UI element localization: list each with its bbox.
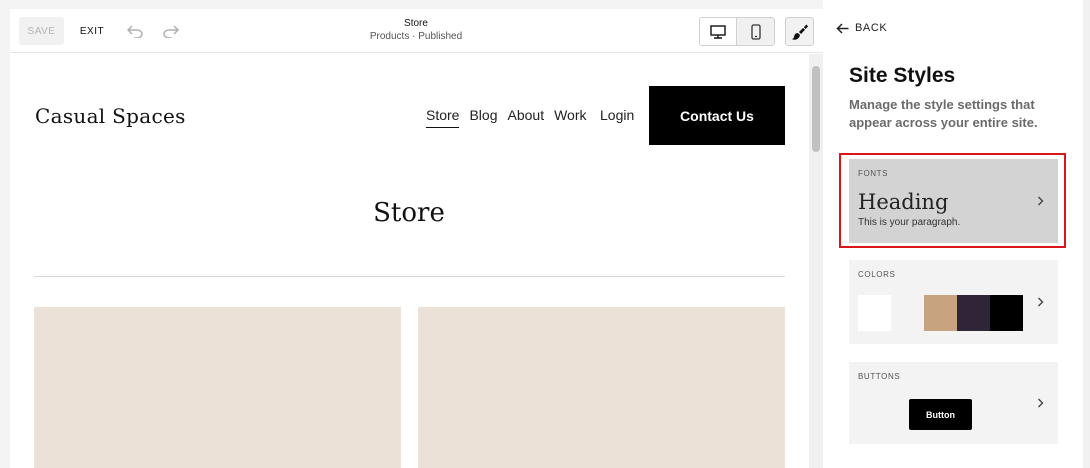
preview-scrollbar[interactable] bbox=[809, 54, 823, 468]
color-swatch bbox=[924, 295, 957, 331]
nav-link-about[interactable]: About bbox=[508, 107, 545, 128]
product-card[interactable] bbox=[418, 307, 785, 468]
page-info: Store Products · Published bbox=[310, 17, 522, 43]
back-label: BACK bbox=[855, 22, 888, 34]
site-preview: Casual Spaces Store Blog About Work Logi… bbox=[10, 54, 808, 468]
exit-button[interactable]: EXIT bbox=[75, 17, 109, 45]
panel-description: Manage the style settings that appear ac… bbox=[849, 97, 1038, 130]
mobile-view-icon[interactable] bbox=[737, 18, 774, 45]
site-logo[interactable]: Casual Spaces bbox=[35, 104, 186, 128]
site-navigation: Store Blog About Work bbox=[426, 107, 597, 128]
chevron-right-icon bbox=[1035, 297, 1045, 307]
site-styles-brush-icon[interactable] bbox=[785, 17, 814, 46]
desktop-view-icon[interactable] bbox=[700, 18, 737, 45]
color-swatch bbox=[891, 295, 924, 331]
chevron-right-icon bbox=[1035, 398, 1045, 408]
buttons-label: BUTTONS bbox=[858, 372, 901, 381]
back-button[interactable]: BACK bbox=[836, 22, 887, 34]
undo-icon[interactable] bbox=[124, 20, 146, 42]
redo-icon[interactable] bbox=[160, 20, 182, 42]
arrow-left-icon bbox=[836, 22, 849, 34]
color-swatches bbox=[858, 295, 1023, 331]
sample-button: Button bbox=[909, 399, 972, 430]
save-button[interactable]: SAVE bbox=[19, 17, 64, 45]
color-swatch bbox=[957, 295, 990, 331]
panel-scrollbar[interactable] bbox=[1083, 0, 1090, 468]
product-card[interactable] bbox=[34, 307, 401, 468]
color-swatch bbox=[990, 295, 1023, 331]
nav-link-blog[interactable]: Blog bbox=[469, 107, 497, 128]
page-status: Products · Published bbox=[369, 31, 463, 42]
panel-title: Site Styles bbox=[849, 64, 956, 87]
editor-toolbar: SAVE EXIT Store Products · Published bbox=[10, 9, 823, 53]
editor-frame: SAVE EXIT Store Products · Published Cas… bbox=[10, 9, 823, 468]
nav-link-work[interactable]: Work bbox=[554, 107, 586, 128]
color-swatch bbox=[858, 295, 891, 331]
device-view-toggle bbox=[699, 17, 775, 46]
colors-section[interactable]: COLORS bbox=[849, 260, 1058, 344]
preview-scrollbar-thumb[interactable] bbox=[812, 66, 820, 152]
store-heading: Store bbox=[373, 198, 445, 228]
colors-label: COLORS bbox=[858, 270, 896, 279]
fonts-highlight-outline bbox=[839, 153, 1066, 248]
login-link[interactable]: Login bbox=[600, 107, 634, 123]
nav-link-store[interactable]: Store bbox=[426, 107, 460, 128]
section-divider bbox=[34, 276, 785, 277]
contact-us-button[interactable]: Contact Us bbox=[649, 86, 785, 145]
buttons-section[interactable]: BUTTONS Button bbox=[849, 362, 1058, 444]
page-title: Store bbox=[404, 18, 428, 29]
